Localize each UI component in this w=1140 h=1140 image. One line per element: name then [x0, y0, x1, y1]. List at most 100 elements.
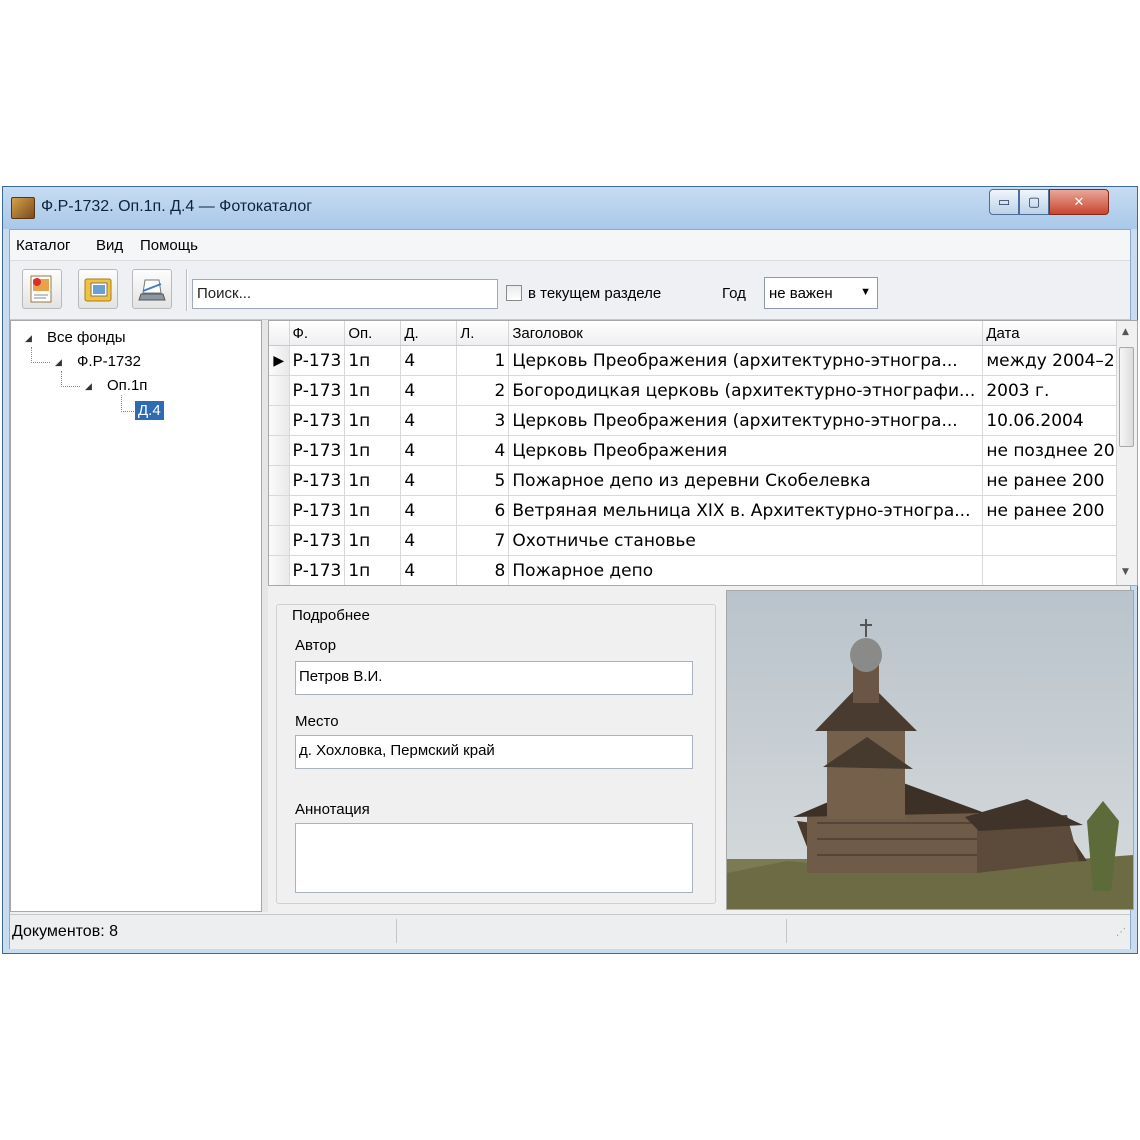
- title-bar[interactable]: Ф.Р-1732. Оп.1п. Д.4 — Фотокаталог ▭ ▢ ✕: [3, 187, 1137, 229]
- row-header-cell[interactable]: [269, 465, 290, 496]
- scroll-up-icon[interactable]: ▲: [1122, 327, 1129, 337]
- cell-list[interactable]: 1: [456, 345, 510, 376]
- catalog-tree[interactable]: ◢ Все фонды ◢ Ф.Р-1732 ◢ Оп.1п Д.4: [10, 320, 262, 912]
- cell-opis[interactable]: 1п: [344, 555, 402, 585]
- cell-opis[interactable]: 1п: [344, 525, 402, 556]
- table-row[interactable]: Р-173 1п 4 3 Церковь Преображения (архитекту…: [269, 405, 1119, 436]
- cell-fond[interactable]: Р-173: [289, 375, 346, 406]
- row-header-cell[interactable]: [269, 525, 290, 556]
- cell-date[interactable]: между 2004–2: [982, 345, 1119, 376]
- column-header-date[interactable]: Дата: [982, 321, 1119, 346]
- row-header-cell[interactable]: [269, 555, 290, 585]
- current-section-checkbox[interactable]: [506, 285, 522, 301]
- year-select[interactable]: не важен ▼: [764, 277, 878, 309]
- cell-list[interactable]: 5: [456, 465, 510, 496]
- cell-list[interactable]: 8: [456, 555, 510, 585]
- grid-scrollbar[interactable]: ▲ ▼: [1116, 321, 1137, 585]
- column-header-delo[interactable]: Д.: [400, 321, 458, 346]
- cell-date[interactable]: 2003 г.: [982, 375, 1119, 406]
- cell-title[interactable]: Ветряная мельница XIX в. Архитектурно-эт…: [508, 495, 984, 526]
- row-header-cell[interactable]: ▶: [269, 345, 290, 376]
- table-row[interactable]: Р-173 1п 4 5 Пожарное депо из деревни Скобел…: [269, 465, 1119, 496]
- scroll-down-icon[interactable]: ▼: [1122, 567, 1129, 577]
- maximize-button[interactable]: ▢: [1019, 189, 1049, 215]
- cell-fond[interactable]: Р-173: [289, 435, 346, 466]
- documents-grid[interactable]: Ф. Оп. Д. Л. Заголовок Дата ▶ Р-173 1п 4 1 Це…: [268, 320, 1138, 586]
- table-row[interactable]: Р-173 1п 4 4 Церковь Преображения не позднее …: [269, 435, 1119, 466]
- cell-date[interactable]: не ранее 200: [982, 495, 1119, 526]
- cell-title[interactable]: Пожарное депо из деревни Скобелевка: [508, 465, 984, 496]
- minimize-button[interactable]: ▭: [989, 189, 1019, 215]
- cell-title[interactable]: Церковь Преображения (архитектурно-этног…: [508, 345, 984, 376]
- row-header-cell[interactable]: [269, 495, 290, 526]
- cell-fond[interactable]: Р-173: [289, 495, 346, 526]
- place-field[interactable]: д. Хохловка, Пермский край: [295, 735, 693, 769]
- cell-opis[interactable]: 1п: [344, 375, 402, 406]
- scrollbar-thumb[interactable]: [1119, 347, 1134, 447]
- menu-view[interactable]: Вид: [96, 237, 123, 254]
- author-field[interactable]: Петров В.И.: [295, 661, 693, 695]
- cell-delo[interactable]: 4: [400, 405, 458, 436]
- new-record-button[interactable]: [22, 269, 62, 309]
- open-folder-button[interactable]: [78, 269, 118, 309]
- cell-fond[interactable]: Р-173: [289, 345, 346, 376]
- cell-date[interactable]: не позднее 20: [982, 435, 1119, 466]
- cell-fond[interactable]: Р-173: [289, 525, 346, 556]
- cell-list[interactable]: 6: [456, 495, 510, 526]
- cell-date[interactable]: 10.06.2004: [982, 405, 1119, 436]
- annotation-field[interactable]: [295, 823, 693, 893]
- cell-opis[interactable]: 1п: [344, 435, 402, 466]
- cell-opis[interactable]: 1п: [344, 495, 402, 526]
- cell-date[interactable]: [982, 555, 1119, 585]
- cell-opis[interactable]: 1п: [344, 405, 402, 436]
- table-row[interactable]: Р-173 1п 4 2 Богородицкая церковь (архитекту…: [269, 375, 1119, 406]
- cell-fond[interactable]: Р-173: [289, 405, 346, 436]
- menu-catalog[interactable]: Каталог: [16, 237, 71, 254]
- table-row[interactable]: Р-173 1п 4 7 Охотничье становье: [269, 525, 1119, 556]
- cell-title[interactable]: Церковь Преображения: [508, 435, 984, 466]
- column-header-title[interactable]: Заголовок: [508, 321, 984, 346]
- cell-title[interactable]: Охотничье становье: [508, 525, 984, 556]
- cell-list[interactable]: 7: [456, 525, 510, 556]
- cell-fond[interactable]: Р-173: [289, 555, 346, 585]
- expand-arrow-icon[interactable]: ◢: [25, 334, 32, 344]
- table-row[interactable]: ▶ Р-173 1п 4 1 Церковь Преображения (архитект…: [269, 345, 1119, 376]
- tree-node-opis[interactable]: Оп.1п: [107, 377, 147, 394]
- current-section-label[interactable]: в текущем разделе: [528, 285, 661, 302]
- tree-node-delo-selected[interactable]: Д.4: [135, 401, 164, 420]
- expand-arrow-icon[interactable]: ◢: [85, 382, 92, 392]
- cell-opis[interactable]: 1п: [344, 465, 402, 496]
- cell-fond[interactable]: Р-173: [289, 465, 346, 496]
- table-row[interactable]: Р-173 1п 4 6 Ветряная мельница XIX в. Архите…: [269, 495, 1119, 526]
- search-input[interactable]: Поиск...: [192, 279, 498, 309]
- tree-node-all[interactable]: Все фонды: [47, 329, 126, 346]
- cell-title[interactable]: Богородицкая церковь (архитектурно-этног…: [508, 375, 984, 406]
- expand-arrow-icon[interactable]: ◢: [55, 358, 62, 368]
- cell-delo[interactable]: 4: [400, 345, 458, 376]
- column-header-opis[interactable]: Оп.: [344, 321, 402, 346]
- table-row[interactable]: Р-173 1п 4 8 Пожарное депо: [269, 555, 1119, 585]
- cell-delo[interactable]: 4: [400, 435, 458, 466]
- cell-delo[interactable]: 4: [400, 525, 458, 556]
- cell-title[interactable]: Церковь Преображения (архитектурно-этног…: [508, 405, 984, 436]
- resize-grip-icon[interactable]: ⋰: [1116, 927, 1126, 938]
- photo-preview[interactable]: [726, 590, 1134, 910]
- menu-help[interactable]: Помощь: [140, 237, 198, 254]
- scan-button[interactable]: [132, 269, 172, 309]
- cell-list[interactable]: 3: [456, 405, 510, 436]
- cell-list[interactable]: 4: [456, 435, 510, 466]
- cell-delo[interactable]: 4: [400, 495, 458, 526]
- cell-date[interactable]: [982, 525, 1119, 556]
- cell-opis[interactable]: 1п: [344, 345, 402, 376]
- row-header-cell[interactable]: [269, 405, 290, 436]
- cell-date[interactable]: не ранее 200: [982, 465, 1119, 496]
- column-header-fond[interactable]: Ф.: [289, 321, 346, 346]
- cell-delo[interactable]: 4: [400, 465, 458, 496]
- row-header-cell[interactable]: [269, 375, 290, 406]
- cell-delo[interactable]: 4: [400, 555, 458, 585]
- column-header-list[interactable]: Л.: [456, 321, 510, 346]
- cell-delo[interactable]: 4: [400, 375, 458, 406]
- row-header-cell[interactable]: [269, 435, 290, 466]
- cell-title[interactable]: Пожарное депо: [508, 555, 984, 585]
- cell-list[interactable]: 2: [456, 375, 510, 406]
